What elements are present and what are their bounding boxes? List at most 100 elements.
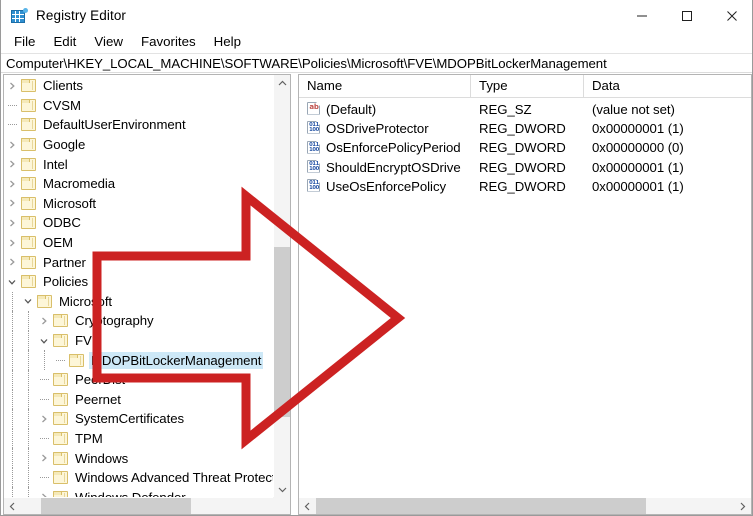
chevron-down-icon[interactable] bbox=[4, 272, 20, 291]
tree-item-label: OEM bbox=[43, 235, 73, 251]
folder-icon bbox=[52, 333, 70, 348]
column-header-name[interactable]: Name bbox=[299, 75, 471, 98]
folder-icon bbox=[68, 353, 86, 368]
chevron-right-icon[interactable] bbox=[4, 174, 20, 193]
chevron-right-icon[interactable] bbox=[4, 155, 20, 174]
chevron-down-icon[interactable] bbox=[36, 331, 52, 350]
value-row[interactable]: 011 100 OSDriveProtector REG_DWORD 0x0000000… bbox=[299, 119, 751, 138]
tree-item[interactable]: Intel bbox=[4, 154, 273, 174]
tree-viewport: Clients CVSM DefaultUserEnvironment Google I… bbox=[4, 75, 273, 498]
folder-icon bbox=[52, 431, 70, 446]
chevron-right-icon[interactable] bbox=[36, 409, 52, 428]
menu-file[interactable]: File bbox=[6, 33, 43, 52]
tree-item[interactable]: ODBC bbox=[4, 213, 273, 233]
values-scroll-left-icon[interactable] bbox=[299, 498, 316, 514]
folder-icon bbox=[52, 411, 70, 426]
tree-horizontal-scrollbar[interactable] bbox=[4, 497, 290, 514]
minimize-button[interactable] bbox=[619, 0, 664, 32]
tree-item[interactable]: Windows bbox=[4, 448, 273, 468]
tree-item[interactable]: DefaultUserEnvironment bbox=[4, 115, 273, 135]
chevron-right-icon[interactable] bbox=[4, 233, 20, 252]
chevron-right-icon[interactable] bbox=[36, 449, 52, 468]
value-name: (Default) bbox=[326, 101, 377, 117]
folder-icon bbox=[20, 78, 38, 93]
close-button[interactable] bbox=[709, 0, 752, 32]
values-horizontal-scrollbar[interactable] bbox=[299, 497, 751, 514]
scroll-up-icon[interactable] bbox=[274, 75, 290, 92]
value-data: 0x00000001 (1) bbox=[592, 159, 684, 175]
registry-editor-icon bbox=[11, 7, 28, 24]
tree-item[interactable]: Windows Advanced Threat Protectio bbox=[4, 467, 273, 488]
menu-bar: File Edit View Favorites Help bbox=[1, 32, 752, 53]
tree-item[interactable]: MDOPBitLockerManagement bbox=[4, 350, 273, 370]
tree-item[interactable]: TPM bbox=[4, 428, 273, 449]
tree-item-label: Peernet bbox=[75, 391, 121, 407]
window-title: Registry Editor bbox=[36, 8, 127, 23]
chevron-right-icon[interactable] bbox=[4, 76, 20, 95]
tree-item[interactable]: Microsoft bbox=[4, 291, 273, 312]
value-name: ShouldEncryptOSDrive bbox=[326, 159, 461, 175]
tree-item[interactable]: Cryptography bbox=[4, 311, 273, 331]
tree-guide-line bbox=[12, 467, 13, 488]
folder-icon bbox=[20, 157, 38, 172]
tree-item[interactable]: Partner bbox=[4, 252, 273, 272]
tree-item[interactable]: FVE bbox=[4, 330, 273, 351]
address-bar[interactable]: Computer\HKEY_LOCAL_MACHINE\SOFTWARE\Pol… bbox=[1, 53, 752, 73]
column-header-type[interactable]: Type bbox=[471, 75, 584, 98]
tree-item[interactable]: Policies bbox=[4, 272, 273, 292]
menu-favorites[interactable]: Favorites bbox=[133, 33, 204, 52]
chevron-right-icon[interactable] bbox=[4, 194, 20, 213]
menu-help[interactable]: Help bbox=[206, 33, 249, 52]
chevron-right-icon[interactable] bbox=[4, 213, 20, 232]
tree-guide-line bbox=[12, 428, 13, 449]
values-hscroll-thumb[interactable] bbox=[316, 498, 646, 514]
registry-path: Computer\HKEY_LOCAL_MACHINE\SOFTWARE\Pol… bbox=[6, 55, 607, 71]
chevron-right-icon[interactable] bbox=[36, 311, 52, 330]
tree-item[interactable]: Microsoft bbox=[4, 194, 273, 214]
tree-item-label: Macromedia bbox=[43, 176, 116, 192]
values-list[interactable]: ab (Default) REG_SZ (value not set) 011 100 OS… bbox=[299, 100, 751, 196]
folder-icon bbox=[20, 176, 38, 191]
tree-item[interactable]: SystemCertificates bbox=[4, 409, 273, 429]
tree-item[interactable]: CVSM bbox=[4, 96, 273, 116]
scroll-left-icon[interactable] bbox=[4, 498, 21, 514]
dword-value-icon: 011 100 bbox=[306, 179, 322, 195]
chevron-down-icon[interactable] bbox=[20, 292, 36, 311]
menu-view[interactable]: View bbox=[86, 33, 131, 52]
chevron-right-icon[interactable] bbox=[4, 135, 20, 154]
tree-item-label: Microsoft bbox=[43, 195, 97, 211]
tree-guide-line bbox=[12, 389, 13, 410]
chevron-right-icon[interactable] bbox=[4, 253, 20, 272]
tree-hscroll-thumb[interactable] bbox=[41, 498, 191, 514]
tree-item[interactable]: Macromedia bbox=[4, 174, 273, 194]
value-row[interactable]: ab (Default) REG_SZ (value not set) bbox=[299, 100, 751, 119]
menu-edit[interactable]: Edit bbox=[45, 33, 84, 52]
tree-item[interactable]: Clients bbox=[4, 76, 273, 96]
pane-splitter[interactable] bbox=[292, 74, 297, 515]
value-row[interactable]: 011 100 ShouldEncryptOSDrive REG_DWORD 0x000… bbox=[299, 158, 751, 177]
column-header-data[interactable]: Data bbox=[584, 75, 751, 98]
value-row[interactable]: 011 100 UseOsEnforcePolicy REG_DWORD 0x00000… bbox=[299, 177, 751, 196]
tree-item[interactable]: Google bbox=[4, 135, 273, 155]
tree-leaf-connector bbox=[36, 468, 52, 487]
tree-item-label: CVSM bbox=[43, 97, 81, 113]
tree-vertical-scrollbar[interactable] bbox=[273, 75, 290, 498]
tree-guide-line bbox=[28, 428, 29, 449]
tree-scroll-thumb[interactable] bbox=[274, 247, 290, 417]
value-row[interactable]: 011 100 OsEnforcePolicyPeriod REG_DWORD 0x00… bbox=[299, 139, 751, 158]
scroll-down-icon[interactable] bbox=[274, 481, 290, 498]
tree-item[interactable]: OEM bbox=[4, 233, 273, 253]
value-name-cell: 011 100 OSDriveProtector bbox=[299, 120, 471, 138]
tree-leaf-connector bbox=[52, 351, 68, 370]
maximize-button[interactable] bbox=[664, 0, 709, 32]
value-name: OSDriveProtector bbox=[326, 120, 429, 136]
registry-tree[interactable]: Clients CVSM DefaultUserEnvironment Google I… bbox=[4, 75, 273, 498]
folder-icon bbox=[20, 196, 38, 211]
registry-tree-pane: Clients CVSM DefaultUserEnvironment Google I… bbox=[3, 74, 291, 515]
tree-item[interactable]: Peernet bbox=[4, 389, 273, 410]
tree-item[interactable]: PeerDist bbox=[4, 369, 273, 390]
values-scroll-right-icon[interactable] bbox=[734, 498, 751, 514]
